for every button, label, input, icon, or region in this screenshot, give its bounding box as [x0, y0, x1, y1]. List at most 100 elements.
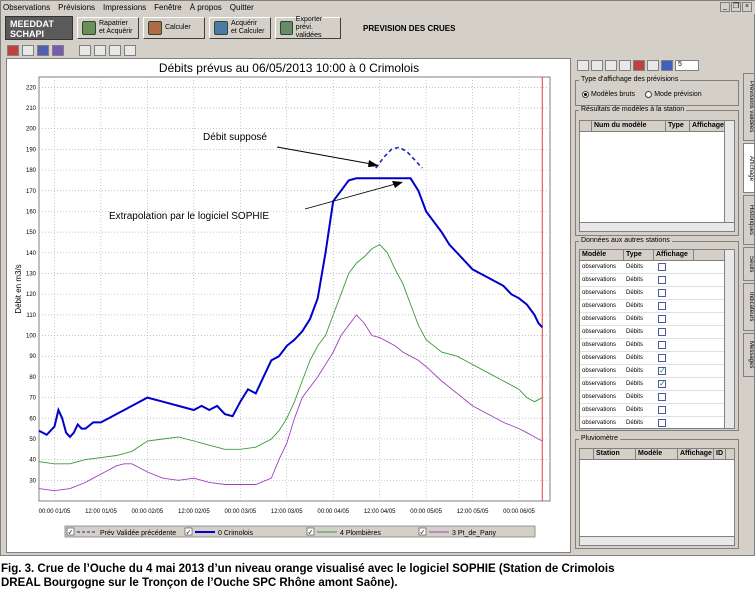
undo-icon[interactable] — [94, 44, 106, 56]
blank-icon[interactable] — [79, 44, 91, 56]
display-checkbox[interactable] — [658, 406, 666, 414]
tab-affichage[interactable]: Affichage — [743, 143, 755, 193]
close-icon[interactable]: × — [742, 2, 752, 12]
horizontal-scrollbar[interactable] — [580, 222, 734, 231]
display-checkbox[interactable] — [658, 302, 666, 310]
menu-previsions[interactable]: Prévisions — [58, 3, 95, 12]
save-icon[interactable] — [619, 60, 631, 71]
x-tick-label: 12:00 05/05 — [457, 509, 489, 515]
print-icon[interactable] — [605, 60, 617, 71]
edit-icon[interactable] — [22, 44, 34, 56]
tool2-icon[interactable] — [591, 60, 603, 71]
radio-mode-prevision[interactable]: Mode prévision — [645, 91, 702, 98]
col-affichage: Affichage — [690, 121, 726, 131]
x-tick-label: 12:00 04/05 — [364, 509, 396, 515]
display-checkbox[interactable] — [658, 263, 666, 271]
station-row[interactable]: observations Débits — [580, 287, 734, 300]
radio-modeles-bruts[interactable]: Modèles bruts — [582, 91, 635, 98]
y-tick-label: 190 — [26, 147, 37, 153]
station-row[interactable]: observations Débits — [580, 417, 734, 428]
menu-fenetre[interactable]: Fenêtre — [154, 3, 182, 12]
station-row[interactable]: observations Débits — [580, 313, 734, 326]
station-row[interactable]: observations Débits — [580, 326, 734, 339]
display-checkbox[interactable] — [658, 365, 666, 377]
chart-title: Débits prévus au 06/05/2013 10:00 à 0 Cr… — [159, 61, 419, 75]
display-type-group: Type d'affichage des prévisions Modèles … — [575, 76, 739, 106]
minimize-icon[interactable]: _ — [720, 2, 730, 12]
y-tick-label: 120 — [26, 292, 37, 298]
grid-icon[interactable] — [52, 44, 64, 56]
gear-icon — [82, 21, 96, 35]
stop-icon[interactable] — [7, 44, 19, 56]
display-checkbox[interactable] — [658, 354, 666, 362]
y-tick-label: 30 — [29, 478, 36, 484]
y-tick-label: 170 — [26, 189, 37, 195]
y-tick-label: 160 — [26, 209, 37, 215]
calculer-label: Calculer — [165, 24, 191, 31]
acquerir-label2: et Calculer — [231, 28, 265, 35]
restore-icon[interactable]: ❐ — [731, 2, 741, 12]
x-tick-label: 12:00 02/05 — [178, 509, 210, 515]
x-tick-label: 00:00 06/05 — [503, 509, 535, 515]
station-row[interactable]: observations Débits — [580, 365, 734, 378]
y-tick-label: 110 — [26, 313, 36, 319]
station-row[interactable]: observations Débits — [580, 274, 734, 287]
station-model-cell: observations — [582, 264, 617, 270]
display-checkbox[interactable] — [658, 328, 666, 336]
redo-icon[interactable] — [109, 44, 121, 56]
horizontal-scrollbar[interactable] — [580, 536, 734, 545]
station-model-cell: observations — [582, 420, 617, 426]
export-icon — [280, 21, 293, 35]
refresh-icon[interactable] — [633, 60, 645, 71]
display-checkbox[interactable] — [658, 419, 666, 427]
display-checkbox[interactable] — [658, 276, 666, 284]
x-tick-label: 00:00 02/05 — [132, 509, 164, 515]
table-icon[interactable] — [124, 44, 136, 56]
display-type-title: Type d'affichage des prévisions — [579, 76, 681, 83]
menu-bar: Observations Prévisions Impressions Fenê… — [1, 1, 755, 14]
annotation-debit-suppose: Débit supposé — [203, 132, 267, 143]
station-row[interactable]: observations Débits — [580, 352, 734, 365]
tab-previsions-validees[interactable]: Prévisions validées — [743, 73, 755, 141]
display-checkbox[interactable] — [658, 341, 666, 349]
pluviometre-header: Station Modèle Affichage ID — [580, 449, 734, 460]
menu-observations[interactable]: Observations — [3, 3, 50, 12]
tab-indicateurs[interactable]: Indicateurs — [743, 283, 755, 331]
display-checkbox[interactable] — [658, 289, 666, 297]
menu-apropos[interactable]: À propos — [190, 3, 222, 12]
station-row[interactable]: observations Débits — [580, 339, 734, 352]
exporter-button[interactable]: Exporter prévi. validées — [275, 16, 341, 39]
acquerir-calculer-button[interactable]: Acquérir et Calculer — [209, 17, 271, 39]
menu-impressions[interactable]: Impressions — [103, 3, 146, 12]
station-type-cell: Débits — [626, 303, 644, 309]
tool1-icon[interactable] — [577, 60, 589, 71]
station-model-cell: observations — [582, 381, 617, 387]
display-checkbox[interactable] — [658, 378, 666, 390]
window-controls: _ ❐ × — [720, 2, 752, 12]
vertical-scrollbar[interactable] — [724, 121, 734, 231]
chart-icon[interactable] — [37, 44, 49, 56]
users-icon[interactable] — [661, 60, 673, 71]
station-row[interactable]: observations Débits — [580, 378, 734, 391]
station-type-cell: Débits — [626, 316, 644, 322]
station-row[interactable]: observations Débits — [580, 404, 734, 417]
tab-historiques[interactable]: Historiques — [743, 195, 755, 245]
secondary-toolbar — [1, 43, 161, 57]
pluviometre-table: Station Modèle Affichage ID — [579, 448, 735, 546]
station-row[interactable]: observations Débits — [580, 300, 734, 313]
count-spinner[interactable]: 5 — [675, 60, 699, 71]
display-checkbox[interactable] — [658, 315, 666, 323]
display-checkbox[interactable] — [658, 393, 666, 401]
station-row[interactable]: observations Débits — [580, 261, 734, 274]
menu-quitter[interactable]: Quitter — [230, 3, 254, 12]
station-row[interactable]: observations Débits — [580, 391, 734, 404]
station-model-cell: observations — [582, 342, 617, 348]
exporter-label2: prévi. validées — [295, 24, 322, 39]
rapatrier-button[interactable]: Rapatrier et Acquérir — [77, 17, 139, 39]
user-icon[interactable] — [647, 60, 659, 71]
vertical-scrollbar[interactable] — [724, 250, 734, 428]
y-tick-label: 90 — [29, 354, 36, 360]
tab-seuils[interactable]: Seuils — [743, 247, 755, 281]
tab-messages[interactable]: Messages — [743, 333, 755, 377]
calculer-button[interactable]: Calculer — [143, 17, 205, 39]
